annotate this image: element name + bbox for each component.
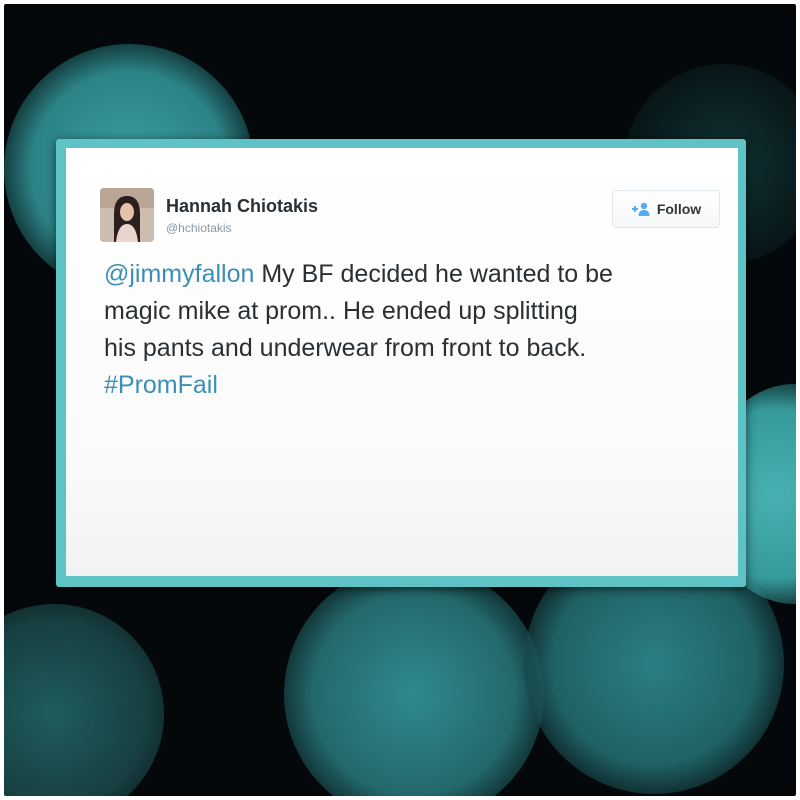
bokeh-light: [284, 564, 544, 796]
tweet-text-line2: magic mike at prom.. He ended up splitti…: [104, 297, 578, 325]
author-name[interactable]: Hannah Chiotakis: [166, 196, 318, 217]
tweet-text-line1: My BF decided he wanted to be: [254, 260, 613, 288]
avatar-photo-icon: [100, 188, 154, 242]
follow-label: Follow: [656, 201, 702, 217]
avatar[interactable]: [100, 188, 154, 242]
follow-button[interactable]: Follow: [612, 190, 720, 228]
mention-link[interactable]: @jimmyfallon: [104, 260, 254, 288]
bokeh-light: [4, 604, 164, 796]
tweet-text: @jimmyfallon My BF decided he wanted to …: [104, 256, 724, 404]
author-handle[interactable]: @hchiotakis: [166, 221, 232, 235]
add-user-icon: [631, 202, 651, 216]
hashtag-link[interactable]: #PromFail: [104, 371, 218, 399]
tweet-text-line3: his pants and underwear from front to ba…: [104, 334, 587, 362]
